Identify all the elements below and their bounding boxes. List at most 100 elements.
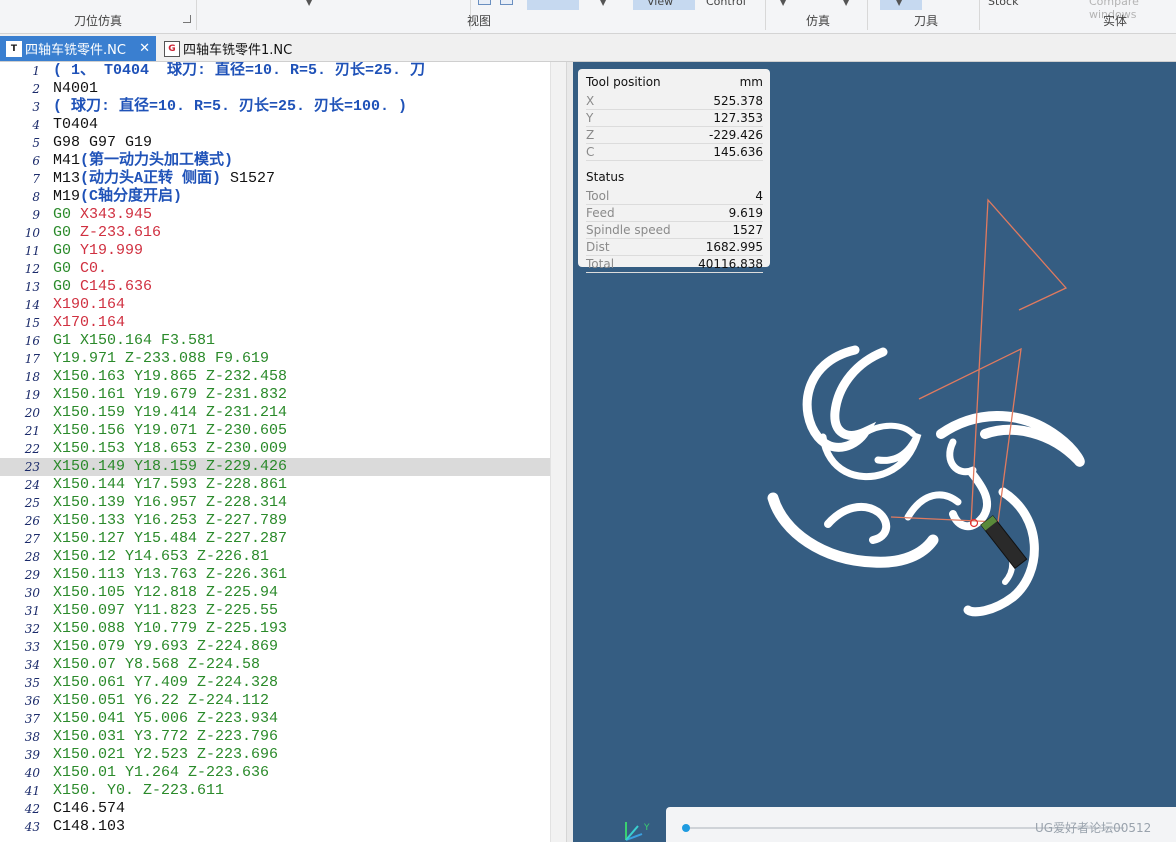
- code-text: M41(第一动力头加工模式): [53, 152, 233, 170]
- code-line[interactable]: 35 X150.061 Y7.409 Z-224.328: [0, 674, 550, 692]
- line-number: 17: [24, 352, 40, 366]
- code-token: S1527: [221, 170, 276, 187]
- tab-label: 四轴车铣零件.NC: [25, 43, 126, 58]
- position-row-y: Y 127.353: [586, 110, 763, 127]
- code-line[interactable]: 43 C148.103: [0, 818, 550, 836]
- code-text: X150.113 Y13.763 Z-226.361: [53, 566, 287, 584]
- code-line[interactable]: 12 G0 C0.: [0, 260, 550, 278]
- code-line[interactable]: 37 X150.041 Y5.006 Z-223.934: [0, 710, 550, 728]
- ribbon-separator: [867, 0, 868, 30]
- tool-position-header: Tool position mm: [586, 74, 763, 90]
- code-line[interactable]: 40 X150.01 Y1.264 Z-223.636: [0, 764, 550, 782]
- code-text: M13(动力头A正转 侧面) S1527: [53, 170, 275, 188]
- pane-splitter[interactable]: [566, 62, 573, 842]
- code-line[interactable]: 42 C146.574: [0, 800, 550, 818]
- chevron-down-icon[interactable]: ▼: [306, 0, 312, 7]
- cube-view-icon[interactable]: [500, 0, 513, 5]
- code-line[interactable]: 4 T0404: [0, 116, 550, 134]
- code-line[interactable]: 10 G0 Z-233.616: [0, 224, 550, 242]
- code-text: X150.01 Y1.264 Z-223.636: [53, 764, 269, 782]
- code-line[interactable]: 1 ( 1、 T0404 球刀: 直径=10. R=5. 刃长=25. 刀: [0, 62, 550, 80]
- code-line[interactable]: 18 X150.163 Y19.865 Z-232.458: [0, 368, 550, 386]
- code-line[interactable]: 14 X190.164: [0, 296, 550, 314]
- code-line[interactable]: 25 X150.139 Y16.957 Z-228.314: [0, 494, 550, 512]
- code-line[interactable]: 13 G0 C145.636: [0, 278, 550, 296]
- line-number: 3: [32, 100, 40, 114]
- code-line[interactable]: 9 G0 X343.945: [0, 206, 550, 224]
- code-text: G1 X150.164 F3.581: [53, 332, 215, 350]
- code-line[interactable]: 15 X170.164: [0, 314, 550, 332]
- tab-document-2[interactable]: G 四轴车铣零件1.NC: [158, 36, 308, 61]
- code-lines: 1 ( 1、 T0404 球刀: 直径=10. R=5. 刃长=25. 刀 2 N40…: [0, 62, 550, 842]
- cube-view-icon[interactable]: [478, 0, 491, 5]
- line-number: 11: [24, 244, 40, 258]
- playback-slider-handle[interactable]: [682, 824, 690, 832]
- code-line[interactable]: 6 M41(第一动力头加工模式): [0, 152, 550, 170]
- rapid-toolpath: [970, 198, 1068, 525]
- close-icon[interactable]: ✕: [139, 41, 150, 56]
- chevron-down-icon[interactable]: ▼: [780, 0, 786, 7]
- view-button[interactable]: View: [647, 0, 673, 8]
- control-button[interactable]: Control: [706, 0, 746, 8]
- code-token: G0: [53, 242, 72, 259]
- code-line[interactable]: 7 M13(动力头A正转 侧面) S1527: [0, 170, 550, 188]
- code-line[interactable]: 36 X150.051 Y6.22 Z-224.112: [0, 692, 550, 710]
- code-line[interactable]: 39 X150.021 Y2.523 Z-223.696: [0, 746, 550, 764]
- chevron-down-icon[interactable]: ▼: [600, 0, 606, 7]
- vertical-scrollbar[interactable]: [550, 62, 566, 842]
- line-number: 37: [24, 712, 40, 726]
- code-line[interactable]: 26 X150.133 Y16.253 Z-227.789: [0, 512, 550, 530]
- view-mode-button[interactable]: [527, 0, 579, 10]
- code-line[interactable]: 27 X150.127 Y15.484 Z-227.287: [0, 530, 550, 548]
- status-row-dist: Dist 1682.995: [586, 239, 763, 256]
- code-line[interactable]: 11 G0 Y19.999: [0, 242, 550, 260]
- code-line[interactable]: 34 X150.07 Y8.568 Z-224.58: [0, 656, 550, 674]
- code-token: G0: [53, 206, 72, 223]
- chevron-down-icon[interactable]: ▼: [843, 0, 849, 7]
- code-token: T0404: [53, 116, 99, 133]
- ribbon-group-solid: 实体: [1103, 14, 1128, 28]
- nc-code-editor[interactable]: 1 ( 1、 T0404 球刀: 直径=10. R=5. 刃长=25. 刀 2 N40…: [0, 62, 566, 842]
- code-text: G0 X343.945: [53, 206, 152, 224]
- line-number: 6: [32, 154, 40, 168]
- line-number: 14: [24, 298, 40, 312]
- code-line[interactable]: 29 X150.113 Y13.763 Z-226.361: [0, 566, 550, 584]
- code-line[interactable]: 5 G98 G97 G19: [0, 134, 550, 152]
- code-line[interactable]: 19 X150.161 Y19.679 Z-231.832: [0, 386, 550, 404]
- code-line[interactable]: 41 X150. Y0. Z-223.611: [0, 782, 550, 800]
- code-text: C148.103: [53, 818, 125, 836]
- code-token: X150.113 Y13.763 Z-226.361: [53, 566, 288, 583]
- code-line[interactable]: 22 X150.153 Y18.653 Z-230.009: [0, 440, 550, 458]
- code-line[interactable]: 8 M19(C轴分度开启): [0, 188, 550, 206]
- code-token: N4001: [53, 80, 99, 97]
- code-line[interactable]: 21 X150.156 Y19.071 Z-230.605: [0, 422, 550, 440]
- code-line[interactable]: 16 G1 X150.164 F3.581: [0, 332, 550, 350]
- chevron-down-icon[interactable]: ▼: [896, 0, 902, 7]
- code-line[interactable]: 31 X150.097 Y11.823 Z-225.55: [0, 602, 550, 620]
- group-launcher-icon[interactable]: [183, 15, 191, 23]
- code-line[interactable]: 17 Y19.971 Z-233.088 F9.619: [0, 350, 550, 368]
- code-line[interactable]: 33 X150.079 Y9.693 Z-224.869: [0, 638, 550, 656]
- tool-holder: [980, 515, 1028, 570]
- line-number: 23: [24, 460, 40, 474]
- code-token: G98 G97 G19: [53, 134, 153, 151]
- code-line[interactable]: 2 N4001: [0, 80, 550, 98]
- code-line[interactable]: 38 X150.031 Y3.772 Z-223.796: [0, 728, 550, 746]
- code-line[interactable]: 30 X150.105 Y12.818 Z-225.94: [0, 584, 550, 602]
- code-text: C146.574: [53, 800, 125, 818]
- code-line[interactable]: 20 X150.159 Y19.414 Z-231.214: [0, 404, 550, 422]
- code-line[interactable]: 28 X150.12 Y14.653 Z-226.81: [0, 548, 550, 566]
- code-text: X150.021 Y2.523 Z-223.696: [53, 746, 278, 764]
- line-number: 13: [24, 280, 40, 294]
- tab-document-1[interactable]: T 四轴车铣零件.NC ✕: [0, 36, 156, 61]
- ribbon-separator: [196, 0, 197, 30]
- ribbon-separator: [979, 0, 980, 30]
- code-line[interactable]: 23 X150.149 Y18.159 Z-229.426: [0, 458, 550, 476]
- code-line[interactable]: 32 X150.088 Y10.779 Z-225.193: [0, 620, 550, 638]
- code-line[interactable]: 24 X150.144 Y17.593 Z-228.861: [0, 476, 550, 494]
- stock-button[interactable]: Stock: [988, 0, 1018, 8]
- line-number: 29: [24, 568, 40, 582]
- code-text: ( 1、 T0404 球刀: 直径=10. R=5. 刃长=25. 刀: [53, 62, 425, 80]
- simulation-viewport[interactable]: Tool position mm X 525.378 Y 127.353 Z -229…: [573, 62, 1176, 842]
- code-line[interactable]: 3 ( 球刀: 直径=10. R=5. 刃长=25. 刃长=100. ): [0, 98, 550, 116]
